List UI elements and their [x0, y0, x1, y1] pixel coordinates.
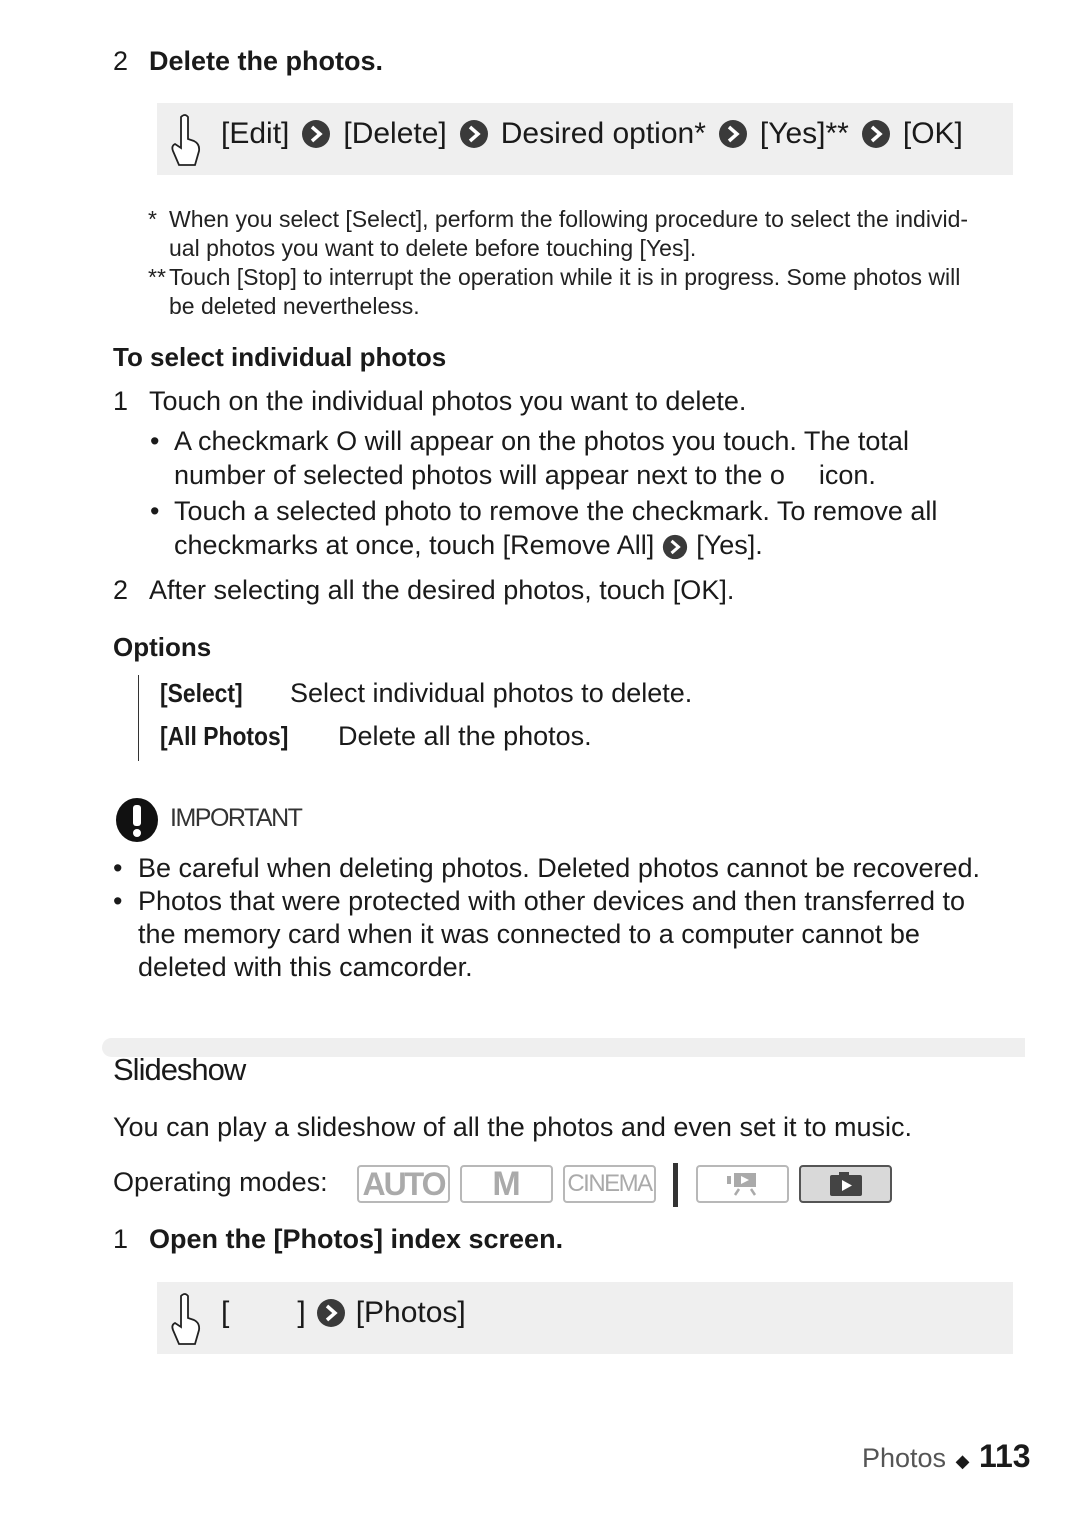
footnote-text: Touch [Stop] to interrupt the operation …: [169, 264, 961, 290]
step-title: Delete the photos.: [149, 46, 384, 76]
bullet-text: the memory card when it was connected to…: [138, 919, 920, 949]
procedure-photos-box: [ ] [Photos]: [157, 1282, 1013, 1354]
touch-hand-icon: [169, 1292, 205, 1355]
chevron-right-circle-icon: [302, 120, 331, 148]
step-select-ok: 2 After selecting all the desired photos,…: [113, 575, 734, 606]
mode-divider: [673, 1163, 678, 1207]
option-label: [All Photos]: [160, 721, 289, 751]
option-description: Select individual photos to delete.: [290, 678, 693, 708]
slideshow-intro: You can play a slideshow of all the phot…: [113, 1112, 912, 1142]
photo-playback-icon: [829, 1172, 862, 1196]
step-text: Touch on the individual photos you want …: [149, 386, 747, 416]
step-number: 1: [113, 1224, 129, 1254]
bullet-text: will appear on the photos you touch. The…: [357, 426, 909, 456]
diamond-icon: ◆: [955, 1451, 970, 1471]
important-bullet-1: • Be careful when deleting photos. Delete…: [113, 853, 981, 883]
chevron-right-circle-icon: [718, 120, 747, 148]
bullet-text: icon.: [818, 460, 876, 490]
procedure-item-ok: [OK]: [902, 117, 963, 150]
footnote-2: ** Touch [Stop] to interrupt the operatio…: [148, 263, 1028, 321]
bullet-text: Be careful when deleting photos. Deleted…: [138, 853, 981, 883]
option-description: Delete all the photos.: [338, 721, 592, 751]
step-number: 2: [113, 46, 129, 76]
procedure-item-photos: [Photos]: [355, 1296, 466, 1329]
chevron-right-circle-icon: [316, 1299, 345, 1327]
bullet-text: Photos that were protected with other de…: [138, 886, 965, 916]
mode-photo-playback: [799, 1165, 892, 1203]
footnote-text: be deleted nevertheless.: [169, 293, 420, 319]
option-label: [Select]: [160, 678, 243, 708]
bullet-text: deleted with this camcorder.: [138, 952, 473, 982]
bracket-close: ]: [297, 1296, 306, 1329]
step-number: 1: [113, 386, 129, 416]
step-number: 2: [113, 575, 129, 605]
step-touch-photos: 1 Touch on the individual photos you want…: [113, 386, 746, 417]
page-footer: Photos ◆ 113: [862, 1438, 1031, 1475]
bullet-text: checkmarks at once, touch [Remove All]: [174, 530, 655, 560]
options-heading: Options: [113, 632, 212, 662]
option-select: [Select] Select individual photos to dele…: [160, 678, 692, 709]
chevron-right-circle-icon: [459, 120, 488, 148]
chevron-right-circle-icon: [861, 120, 890, 148]
bracket-open: [: [221, 1296, 230, 1329]
footnote-text: ual photos you want to delete before tou…: [169, 235, 697, 261]
step-delete-photos: 2 Delete the photos.: [113, 46, 383, 77]
page-number: 113: [978, 1438, 1031, 1474]
bullet-text: [Yes].: [696, 530, 763, 560]
bullet-remove-checkmark: • Touch a selected photo to remove the ch…: [150, 496, 938, 560]
section-heading-select-individual: To select individual photos: [113, 342, 447, 372]
operating-modes-label: Operating modes:: [113, 1167, 328, 1197]
important-label: IMPORTANT: [170, 804, 303, 832]
mode-label: M: [492, 1164, 521, 1203]
mode-label: CINEMA: [567, 1170, 653, 1197]
bullet-text: Touch a selected photo to remove the che…: [174, 496, 938, 526]
footnote-text: When you select [Select], perform the fo…: [169, 206, 969, 232]
step-text: After selecting all the desired photos, …: [149, 575, 735, 605]
procedure-item-desired-option: Desired option*: [500, 117, 706, 150]
movie-playback-icon: [726, 1173, 756, 1196]
mode-auto: AUTO: [357, 1165, 450, 1203]
section-title-slideshow: Slideshow: [113, 1052, 246, 1087]
chevron-right-circle-icon: [663, 534, 688, 560]
step-title: Open the [Photos] index screen.: [149, 1224, 564, 1254]
procedure-item-yes: [Yes]**: [759, 117, 849, 150]
mode-cinema: CINEMA: [563, 1165, 656, 1203]
footer-section: Photos: [862, 1443, 947, 1473]
mode-movie-playback: [696, 1165, 789, 1203]
footnote-mark: *: [148, 206, 157, 232]
bullet-text: A checkmark: [174, 426, 337, 456]
procedure-item-edit: [Edit]: [221, 117, 290, 150]
important-bullet-2: • Photos that were protected with other d…: [113, 886, 965, 982]
options-divider: [138, 675, 139, 761]
footnote-1: * When you select [Select], perform the f…: [148, 205, 1028, 263]
procedure-delete-box: [Edit] [Delete] Desired option* [Yes]** …: [157, 103, 1013, 175]
footnote-mark: **: [148, 264, 166, 290]
mode-label: AUTO: [362, 1165, 446, 1202]
mode-manual: M: [460, 1165, 553, 1203]
touch-hand-icon: [169, 113, 205, 176]
checkmark-icon: O: [336, 426, 358, 456]
procedure-item-delete: [Delete]: [343, 117, 447, 150]
bullet-checkmark: • A checkmark O will appear on the photos…: [150, 426, 909, 490]
selected-count-icon: o: [769, 460, 785, 490]
exclamation-icon: [115, 797, 159, 848]
bullet-text: number of selected photos will appear ne…: [174, 460, 770, 490]
step-open-photos-index: 1 Open the [Photos] index screen.: [113, 1224, 563, 1255]
option-all-photos: [All Photos] Delete all the photos.: [160, 721, 592, 752]
